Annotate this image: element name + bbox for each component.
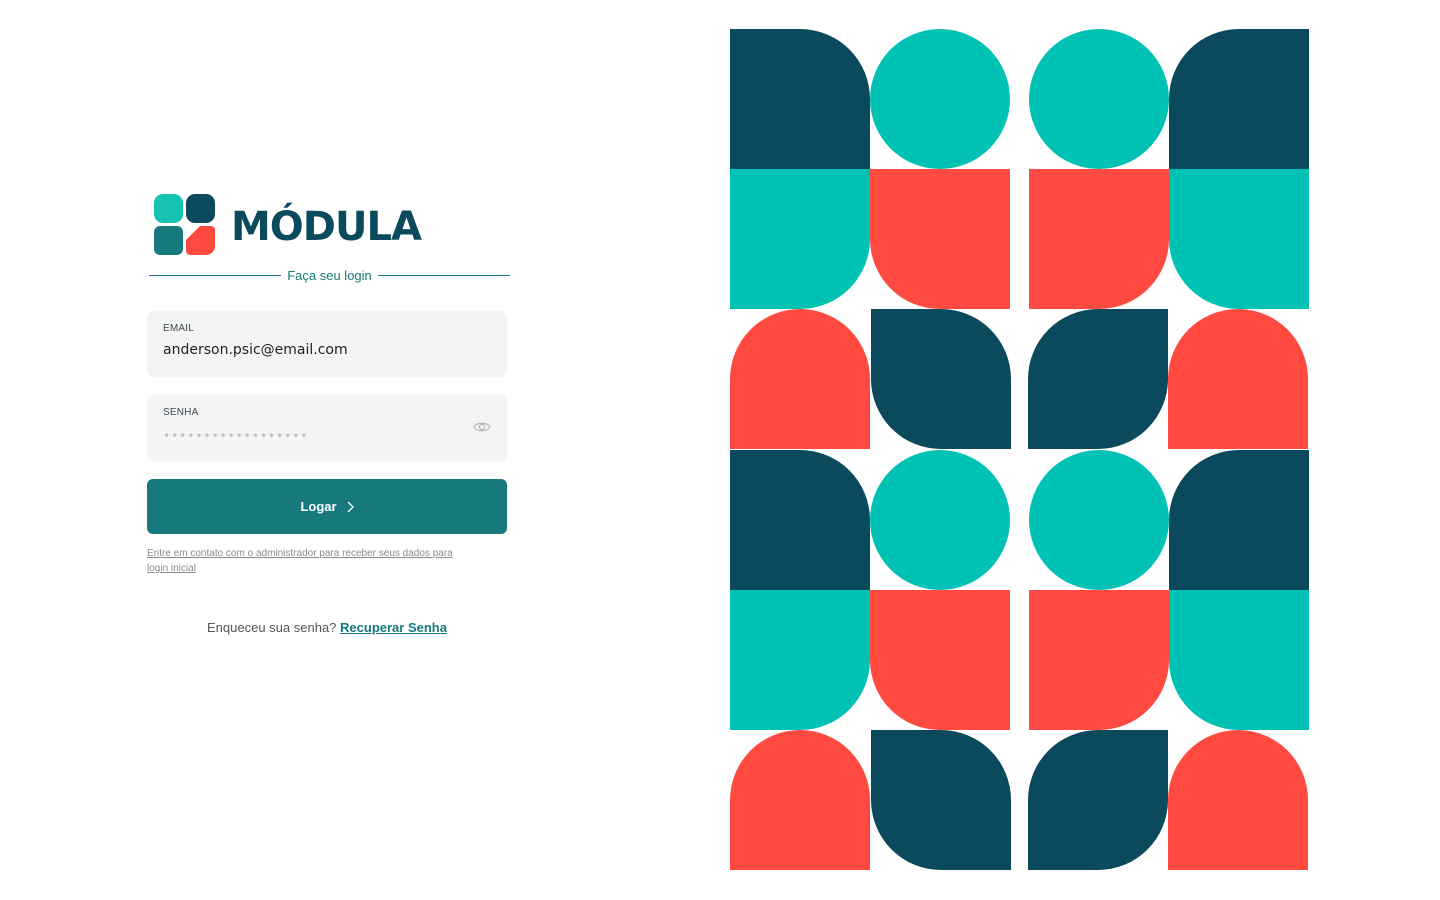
pattern-tile — [730, 169, 870, 309]
forgot-password-row: Enqueceu sua senha? Recuperar Senha — [147, 620, 507, 635]
login-button-label: Logar — [300, 499, 337, 514]
login-panel: MÓDULA Faça seu login EMAIL SENHA Logar … — [147, 0, 510, 900]
pattern-tile — [1169, 169, 1309, 309]
pattern-tile — [1029, 590, 1169, 730]
pattern-tile — [870, 590, 1010, 730]
pattern-tile — [1028, 730, 1168, 870]
email-label: EMAIL — [163, 323, 195, 334]
email-field[interactable]: EMAIL — [147, 311, 507, 377]
contact-admin-hint[interactable]: Entre em contato com o administrador par… — [147, 546, 467, 576]
pattern-tile — [730, 590, 870, 730]
divider-line-right — [377, 274, 510, 276]
pattern-tile — [1169, 29, 1309, 169]
pattern-tile — [870, 450, 1010, 590]
pattern-tile — [730, 450, 870, 590]
pattern-tile — [1029, 450, 1169, 590]
pattern-tile — [730, 730, 870, 870]
pattern-tile — [870, 29, 1010, 169]
eye-icon[interactable] — [473, 420, 491, 434]
pattern-tile — [870, 169, 1010, 309]
password-field[interactable]: SENHA — [147, 395, 507, 461]
pattern-tile — [1029, 169, 1169, 309]
pattern-tile — [1168, 309, 1308, 449]
decorative-pattern — [730, 29, 1310, 871]
logo-mark-icon — [154, 193, 215, 255]
pattern-tile — [1029, 29, 1169, 169]
pattern-tile — [871, 309, 1011, 449]
login-heading-text: Faça seu login — [287, 267, 372, 283]
divider-line-left — [149, 274, 282, 276]
pattern-tile — [730, 309, 870, 449]
recover-password-link[interactable]: Recuperar Senha — [340, 620, 447, 635]
brand-name: MÓDULA — [231, 204, 422, 250]
pattern-tile — [1169, 450, 1309, 590]
pattern-tile — [871, 730, 1011, 870]
password-input[interactable] — [163, 429, 453, 443]
pattern-tile — [730, 29, 870, 169]
chevron-right-icon — [347, 501, 354, 512]
pattern-tile — [1169, 590, 1309, 730]
login-button[interactable]: Logar — [147, 479, 507, 534]
email-input[interactable] — [163, 342, 453, 358]
pattern-tile — [1168, 730, 1308, 870]
pattern-tile — [1028, 309, 1168, 449]
brand-logo: MÓDULA — [154, 193, 422, 255]
forgot-password-prompt: Enqueceu sua senha? — [207, 620, 337, 635]
password-label: SENHA — [163, 407, 199, 418]
login-heading: Faça seu login — [149, 266, 510, 284]
